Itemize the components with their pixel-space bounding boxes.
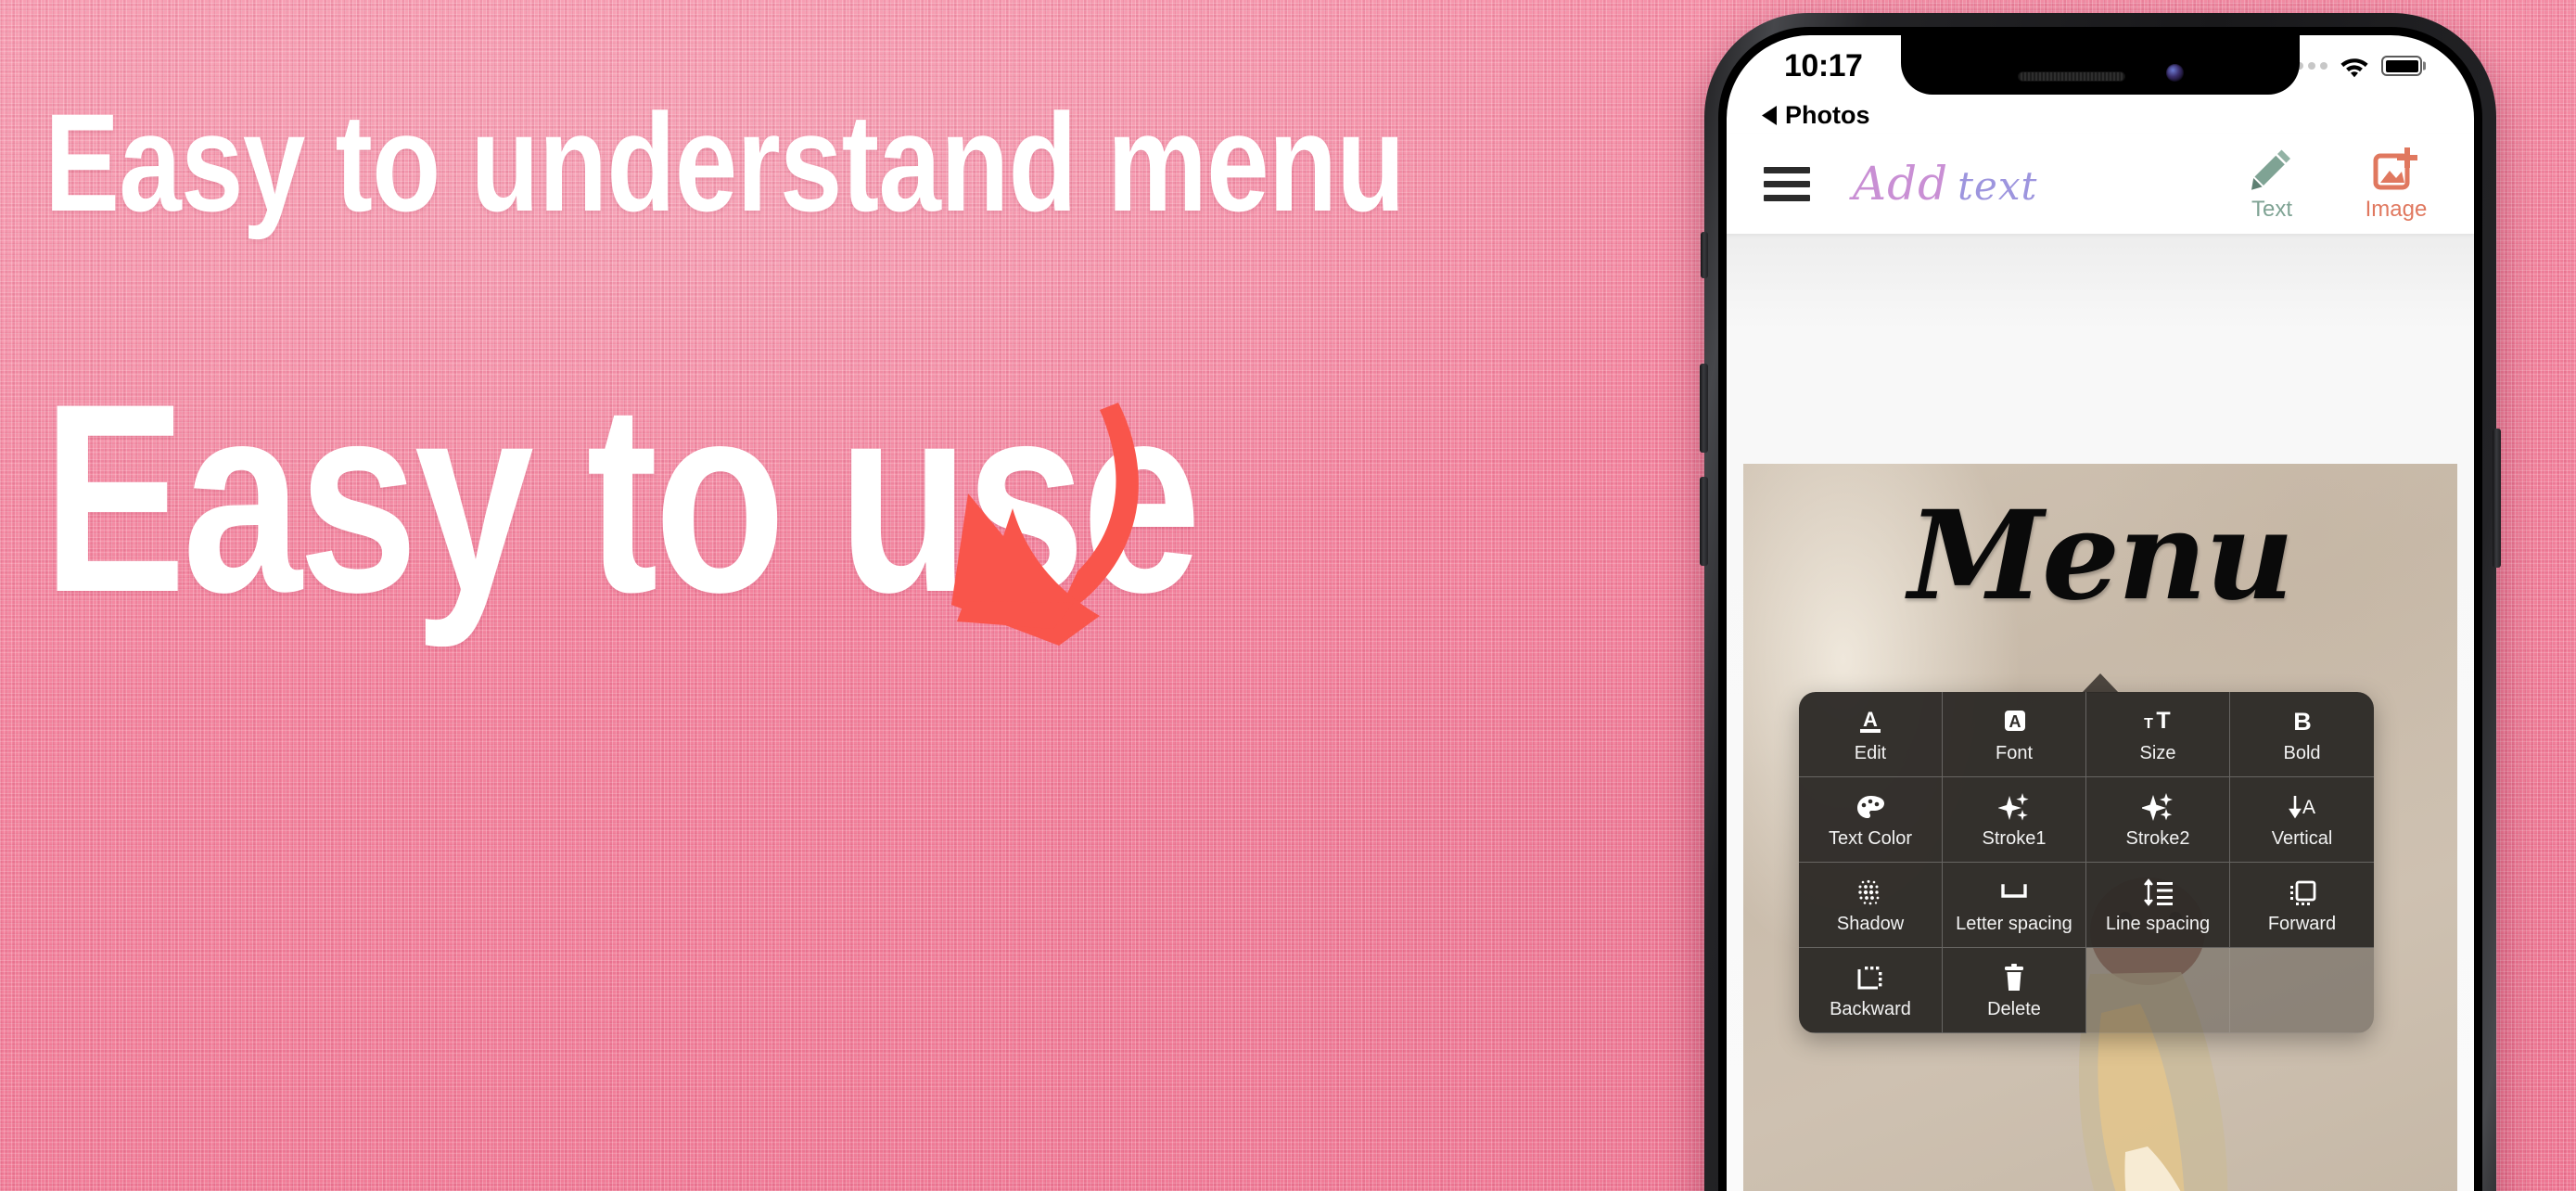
image-tool-button[interactable]: Image bbox=[2352, 145, 2441, 223]
add-text-word-add: Add bbox=[1853, 157, 1949, 211]
text-tool-label: Text bbox=[2251, 197, 2292, 222]
dot-grid-icon bbox=[1855, 877, 1885, 908]
ctx-label: Font bbox=[1995, 743, 2034, 763]
ctx-label: Stroke2 bbox=[2125, 828, 2190, 849]
add-text-word-text: text bbox=[1958, 163, 2038, 209]
power-button[interactable] bbox=[2493, 429, 2501, 568]
hamburger-icon[interactable] bbox=[1764, 166, 1810, 201]
mute-switch-button[interactable] bbox=[1701, 232, 1708, 278]
image-tool-label: Image bbox=[2365, 197, 2428, 222]
svg-text:A: A bbox=[2009, 712, 2021, 731]
line-spacing-icon bbox=[2141, 877, 2174, 908]
phone-screen: 10:17 Photos Add text Text Image Menu A … bbox=[1727, 35, 2474, 1191]
volume-down-button[interactable] bbox=[1700, 477, 1708, 566]
back-link-label: Photos bbox=[1785, 100, 1870, 129]
bold-b-icon: B bbox=[2289, 706, 2316, 737]
ctx-label: Size bbox=[2139, 743, 2176, 763]
boxed-a-icon: A bbox=[1999, 706, 2029, 737]
front-camera-icon bbox=[2165, 64, 2184, 82]
status-indicators bbox=[2284, 54, 2422, 78]
ctx-item-line-spacing[interactable]: Line spacing bbox=[2086, 863, 2230, 948]
promo-headline-primary: Easy to understand menu bbox=[45, 84, 1405, 240]
add-image-icon bbox=[2373, 147, 2417, 190]
add-text-placeholder[interactable]: Add text bbox=[1853, 157, 2037, 211]
send-backward-icon bbox=[1855, 962, 1885, 993]
back-to-photos-button[interactable]: Photos bbox=[1762, 101, 1870, 130]
ctx-label: Stroke1 bbox=[1982, 828, 2047, 849]
ctx-item-empty-1 bbox=[2086, 948, 2230, 1033]
ctx-label: Line spacing bbox=[2105, 914, 2211, 934]
ctx-item-shadow[interactable]: Shadow bbox=[1799, 863, 1943, 948]
red-curved-arrow-icon bbox=[951, 403, 1139, 646]
photo-canvas[interactable]: Menu A Edit A Font T T Size B Bold Text … bbox=[1743, 464, 2457, 1191]
trash-icon bbox=[2001, 962, 2027, 993]
ctx-item-empty-2 bbox=[2230, 948, 2374, 1033]
text-context-menu: A Edit A Font TT Size B Bold Text Color … bbox=[1799, 692, 2374, 1033]
ctx-item-delete[interactable]: Delete bbox=[1943, 948, 2086, 1033]
text-tool-button[interactable]: Text bbox=[2227, 145, 2316, 223]
battery-full-icon bbox=[2381, 56, 2422, 76]
ctx-label: Edit bbox=[1854, 743, 1887, 763]
svg-text:B: B bbox=[2293, 708, 2312, 736]
phone-notch bbox=[1901, 35, 2300, 95]
wifi-icon bbox=[2340, 58, 2368, 78]
sparkles-icon bbox=[1998, 791, 2030, 823]
ctx-item-bold[interactable]: B Bold bbox=[2230, 692, 2374, 777]
canvas-text-object[interactable]: Menu bbox=[1743, 484, 2457, 628]
phone-bezel: 10:17 Photos Add text Text Image Menu A … bbox=[1718, 27, 2482, 1191]
palette-icon bbox=[1855, 791, 1885, 823]
bring-forward-icon bbox=[2288, 877, 2317, 908]
ctx-label: Vertical bbox=[2271, 828, 2333, 849]
ctx-item-font[interactable]: A Font bbox=[1943, 692, 2086, 777]
ctx-item-edit[interactable]: A Edit bbox=[1799, 692, 1943, 777]
ctx-label: Text Color bbox=[1828, 828, 1913, 849]
ctx-item-vertical[interactable]: A Vertical bbox=[2230, 777, 2374, 863]
ctx-label: Delete bbox=[1987, 999, 2041, 1019]
ctx-label: Backward bbox=[1830, 999, 1911, 1019]
volume-up-button[interactable] bbox=[1700, 364, 1708, 453]
vertical-text-icon: A bbox=[2287, 791, 2318, 823]
ctx-item-letter-spacing[interactable]: Letter spacing bbox=[1943, 863, 2086, 948]
editor-workspace: Menu A Edit A Font T T Size B Bold Text … bbox=[1727, 234, 2474, 1191]
svg-text:A: A bbox=[2302, 797, 2315, 818]
iphone-device-frame: 10:17 Photos Add text Text Image Menu A … bbox=[1700, 13, 2501, 1191]
ctx-label: Bold bbox=[2283, 743, 2321, 763]
back-triangle-icon bbox=[1762, 105, 1777, 125]
pencil-icon bbox=[2251, 149, 2290, 190]
svg-text:A: A bbox=[1863, 708, 1878, 731]
ctx-label: Letter spacing bbox=[1956, 914, 2072, 934]
ctx-item-stroke2[interactable]: Stroke2 bbox=[2086, 777, 2230, 863]
app-navbar: Add text Text Image bbox=[1727, 134, 2474, 234]
sparkles-filled-icon bbox=[2142, 791, 2174, 823]
svg-text:T: T bbox=[2156, 708, 2170, 734]
ctx-item-text-color[interactable]: Text Color bbox=[1799, 777, 1943, 863]
ctx-item-size[interactable]: TT Size bbox=[2086, 692, 2230, 777]
svg-text:T: T bbox=[2144, 716, 2153, 732]
ctx-item-stroke1[interactable]: Stroke1 bbox=[1943, 777, 2086, 863]
back-navigation-bar: Photos bbox=[1727, 96, 2474, 134]
status-clock: 10:17 bbox=[1784, 47, 1863, 83]
ctx-label: Forward bbox=[2267, 914, 2337, 934]
navbar-actions: Text Image bbox=[2227, 145, 2474, 223]
earpiece-speaker-icon bbox=[2017, 71, 2125, 82]
underlined-a-icon: A bbox=[1855, 706, 1885, 737]
text-size-icon: TT bbox=[2141, 706, 2174, 737]
context-menu-caret bbox=[2082, 673, 2119, 693]
letter-spacing-icon bbox=[1998, 877, 2030, 908]
ctx-item-forward[interactable]: Forward bbox=[2230, 863, 2374, 948]
ctx-item-backward[interactable]: Backward bbox=[1799, 948, 1943, 1033]
ctx-label: Shadow bbox=[1836, 914, 1905, 934]
